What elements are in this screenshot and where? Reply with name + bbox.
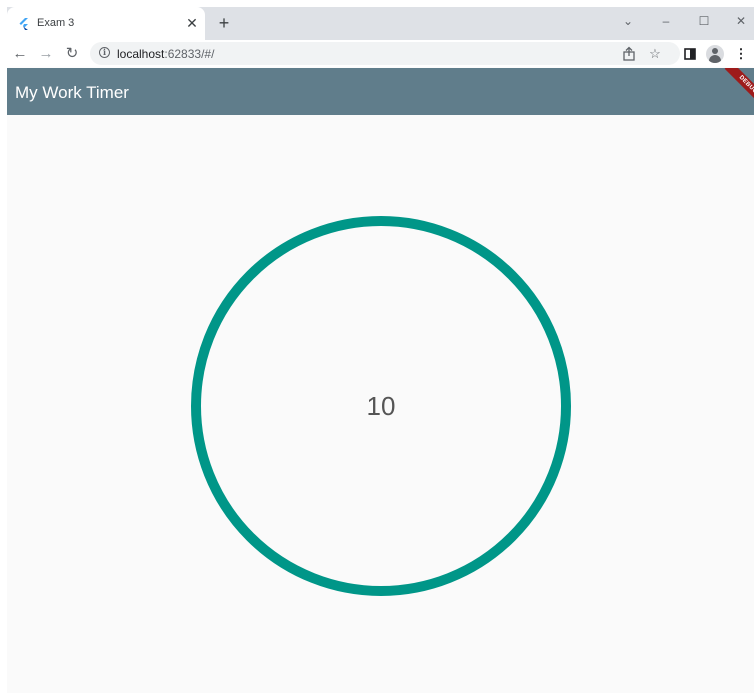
debug-banner: DEBUG: [714, 68, 754, 108]
timer-value: 10: [366, 391, 396, 421]
browser-toolbar: ← → ↻ i localhost:62833/#/ ☆ ⋮: [7, 40, 754, 68]
minimize-button[interactable]: –: [653, 11, 679, 31]
tab-title: Exam 3: [37, 17, 75, 29]
debug-ribbon-label: DEBUG: [724, 68, 754, 108]
maximize-button[interactable]: ☐: [691, 11, 717, 31]
side-panel-icon[interactable]: [680, 44, 700, 64]
url-text[interactable]: localhost:62833/#/: [117, 47, 214, 61]
app-bar: My Work Timer: [7, 68, 754, 115]
back-button[interactable]: ←: [10, 44, 30, 64]
site-info-icon[interactable]: i: [99, 47, 110, 58]
avatar-head: [712, 48, 718, 54]
app-title: My Work Timer: [15, 83, 129, 102]
bookmark-star-icon[interactable]: ☆: [646, 45, 664, 63]
profile-avatar[interactable]: [706, 45, 724, 63]
browser-window: Exam 3 ✕ + ⌄ – ☐ ✕ ← → ↻ i localhost:628…: [7, 7, 754, 693]
tab-search-icon[interactable]: ⌄: [615, 11, 641, 31]
avatar-body: [709, 55, 721, 63]
close-window-button[interactable]: ✕: [728, 11, 754, 31]
timer-content: 10: [7, 115, 754, 693]
flutter-icon: [19, 18, 28, 30]
forward-button[interactable]: →: [36, 44, 56, 64]
close-tab-icon[interactable]: ✕: [184, 15, 200, 31]
new-tab-button[interactable]: +: [214, 13, 234, 33]
tab-strip: Exam 3 ✕ + ⌄ – ☐ ✕: [7, 7, 754, 40]
reload-button[interactable]: ↻: [62, 44, 82, 64]
address-bar[interactable]: i localhost:62833/#/ ☆: [90, 42, 680, 65]
menu-kebab-icon[interactable]: ⋮: [731, 44, 751, 64]
browser-tab[interactable]: Exam 3 ✕: [7, 7, 205, 40]
share-icon[interactable]: [620, 45, 638, 63]
